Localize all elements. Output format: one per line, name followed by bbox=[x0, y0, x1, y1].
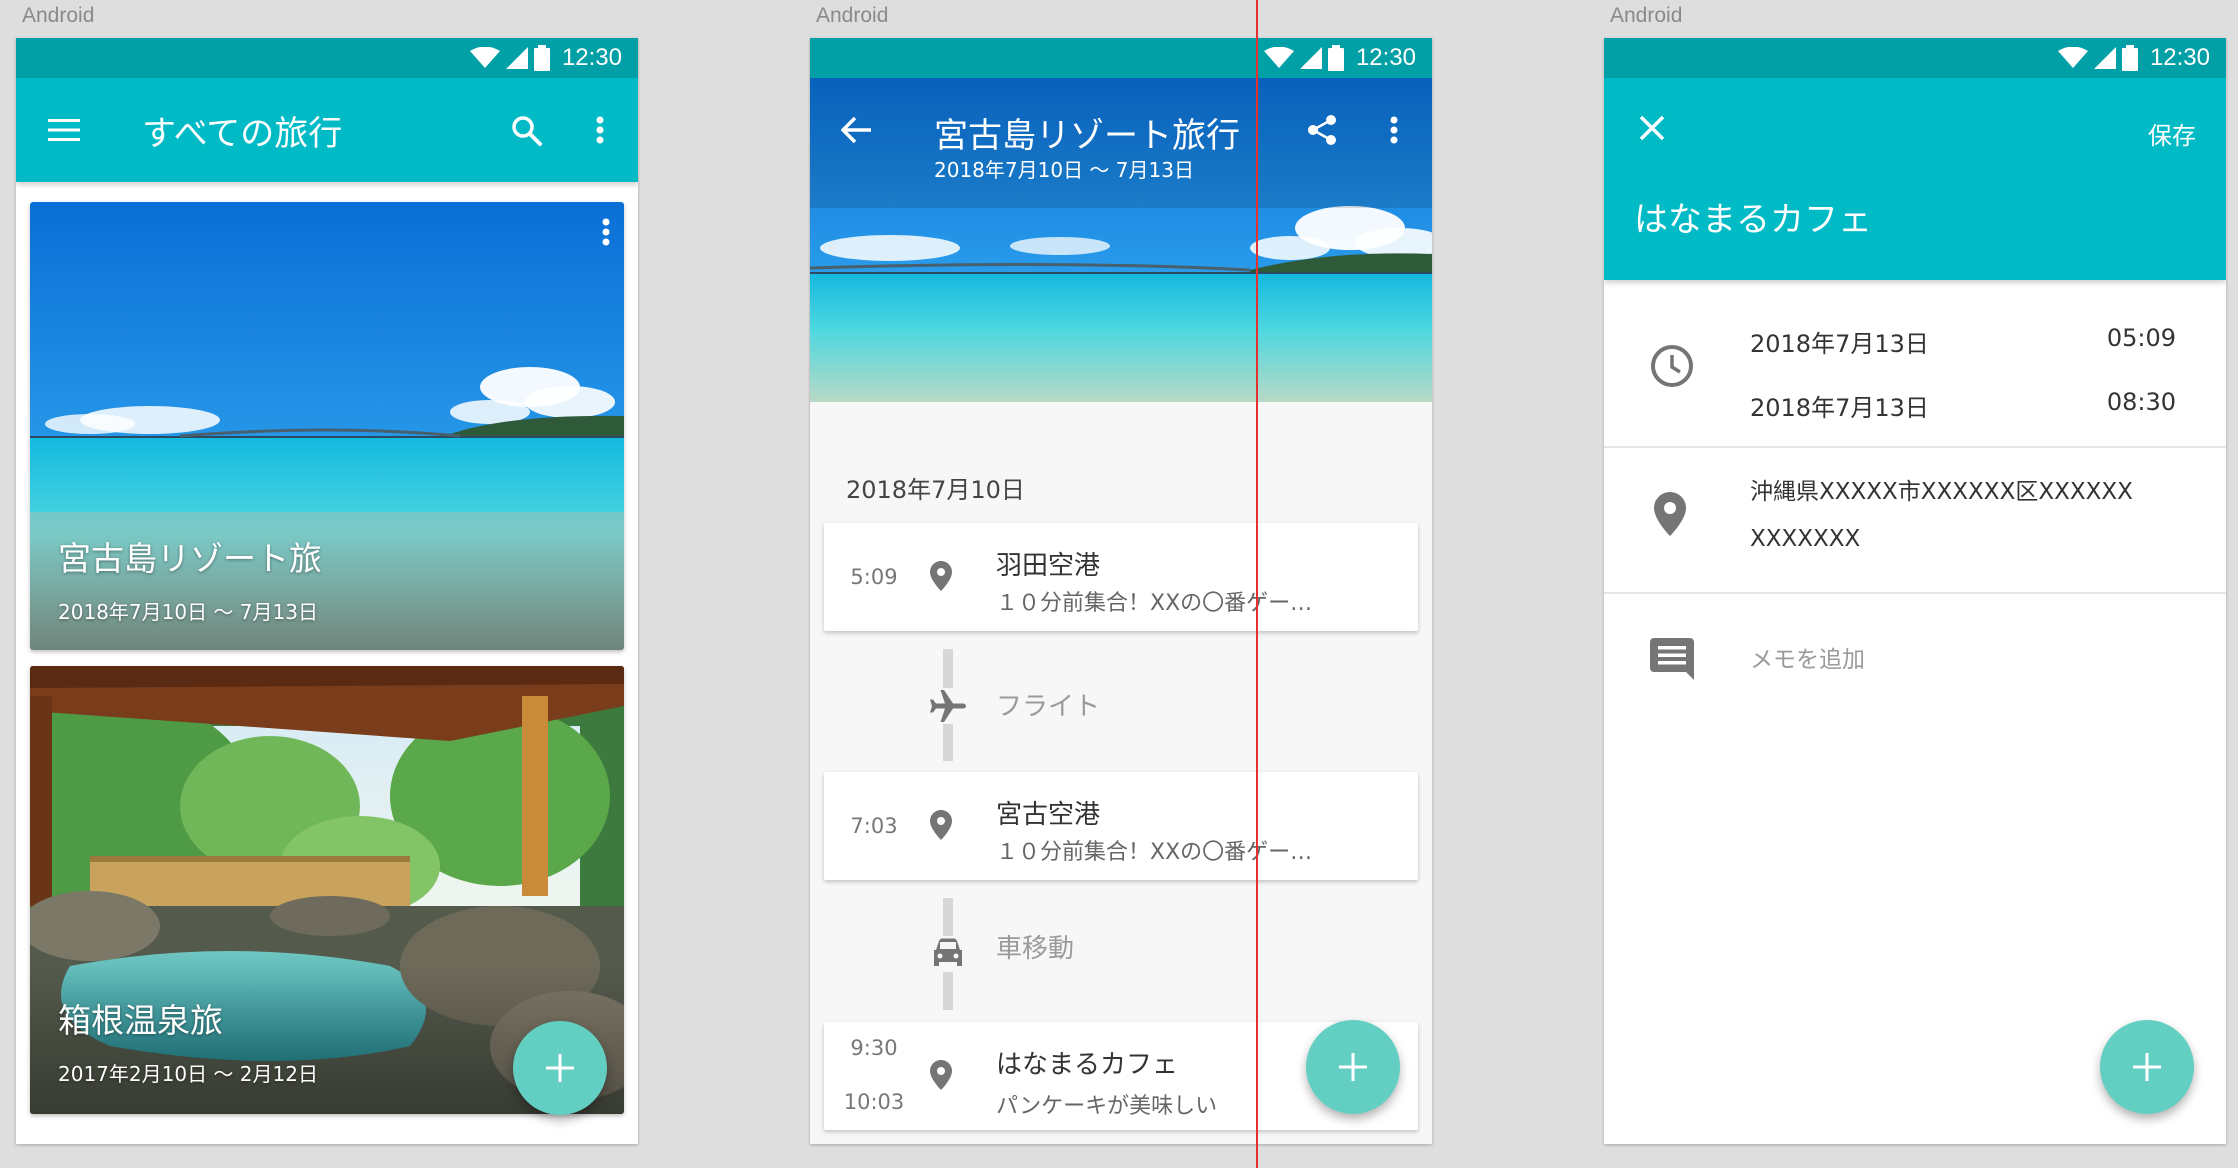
trip-title: 宮古島リゾート旅 bbox=[58, 539, 322, 578]
wifi-icon bbox=[469, 47, 500, 68]
location-pin-icon bbox=[930, 1060, 952, 1090]
status-bar: 12:30 bbox=[1604, 38, 2226, 78]
event-start-time: 9:30 bbox=[850, 1036, 898, 1060]
device-label: Android bbox=[22, 4, 95, 27]
page-title: すべての旅行 bbox=[142, 114, 343, 154]
trip-title: 箱根温泉旅 bbox=[58, 1001, 223, 1040]
beach-photo bbox=[30, 202, 624, 650]
event-card[interactable]: 5:09 羽田空港 １０分前集合！XXの〇番ゲー… bbox=[824, 523, 1418, 631]
battery-icon bbox=[1327, 45, 1344, 71]
share-icon[interactable] bbox=[1294, 102, 1350, 158]
airplane-icon bbox=[928, 688, 968, 724]
trip-detail-screen: 12:30 宮古島リゾート旅行 2018年7月10日 ～ 7月13日 2018年… bbox=[810, 38, 1432, 1144]
wifi-icon bbox=[2057, 47, 2088, 68]
location-pin-icon bbox=[1654, 492, 1686, 536]
card-more-icon[interactable] bbox=[602, 218, 610, 246]
back-arrow-icon[interactable] bbox=[828, 102, 884, 158]
trip-dates: 2018年7月10日 ～ 7月13日 bbox=[934, 158, 1194, 182]
status-time: 12:30 bbox=[2149, 44, 2210, 71]
address-line1[interactable]: 沖縄県XXXXX市XXXXXX区XXXXXX bbox=[1750, 472, 2133, 506]
car-icon bbox=[928, 936, 968, 972]
save-button[interactable]: 保存 bbox=[2148, 116, 2196, 151]
plus-icon bbox=[2133, 1053, 2161, 1081]
end-time[interactable]: 08:30 bbox=[2107, 388, 2176, 416]
battery-icon bbox=[2121, 45, 2138, 71]
signal-icon bbox=[1299, 47, 1322, 69]
divider bbox=[1604, 446, 2226, 448]
menu-icon[interactable] bbox=[36, 102, 92, 158]
end-date[interactable]: 2018年7月13日 bbox=[1750, 388, 1929, 423]
close-icon[interactable] bbox=[1624, 100, 1680, 156]
plus-icon bbox=[546, 1054, 574, 1082]
event-edit-screen: 12:30 保存 はなまるカフェ 2018年7月13日 05:09 2018年7… bbox=[1604, 38, 2226, 1144]
day-header: 2018年7月10日 bbox=[846, 476, 1025, 504]
trip-header: 宮古島リゾート旅行 2018年7月10日 ～ 7月13日 bbox=[810, 78, 1432, 402]
location-pin-icon bbox=[930, 561, 952, 591]
event-end-time: 10:03 bbox=[843, 1090, 905, 1114]
search-icon[interactable] bbox=[498, 102, 554, 158]
app-bar: 保存 はなまるカフェ bbox=[1604, 78, 2226, 280]
divider bbox=[1604, 592, 2226, 594]
device-label: Android bbox=[816, 4, 889, 27]
memo-input[interactable]: メモを追加 bbox=[1750, 640, 1865, 674]
start-date[interactable]: 2018年7月13日 bbox=[1750, 324, 1929, 359]
event-time: 5:09 bbox=[850, 565, 898, 589]
location-pin-icon bbox=[930, 810, 952, 840]
trip-dates: 2018年7月10日 ～ 7月13日 bbox=[58, 600, 318, 624]
signal-icon bbox=[505, 47, 528, 69]
plus-icon bbox=[1339, 1053, 1367, 1081]
event-description: パンケーキが美味しい bbox=[996, 1094, 1218, 1119]
transit-label: 車移動 bbox=[996, 934, 1075, 964]
add-trip-button[interactable] bbox=[513, 1021, 607, 1115]
event-description: １０分前集合！XXの〇番ゲー… bbox=[996, 591, 1313, 616]
comment-icon bbox=[1650, 638, 1694, 680]
start-time[interactable]: 05:09 bbox=[2107, 324, 2176, 352]
status-bar: 12:30 bbox=[16, 38, 638, 78]
transit-label: フライト bbox=[996, 692, 1101, 722]
trip-dates: 2017年2月10日 ～ 2月12日 bbox=[58, 1062, 318, 1086]
guide-line bbox=[1256, 0, 1258, 1168]
trip-card[interactable]: 宮古島リゾート旅 2018年7月10日 ～ 7月13日 bbox=[30, 202, 624, 650]
trips-list-screen: 12:30 すべての旅行 宮古島リゾート旅 2018年7月10日 ～ 7月13日… bbox=[16, 38, 638, 1144]
event-description: １０分前集合！XXの〇番ゲー… bbox=[996, 840, 1313, 865]
device-label: Android bbox=[1610, 4, 1683, 27]
status-time: 12:30 bbox=[1355, 44, 1416, 71]
battery-icon bbox=[533, 45, 550, 71]
add-event-button[interactable] bbox=[1306, 1020, 1400, 1114]
event-time: 7:03 bbox=[850, 814, 898, 838]
app-bar: すべての旅行 bbox=[16, 78, 638, 182]
status-bar: 12:30 bbox=[810, 38, 1432, 78]
add-button[interactable] bbox=[2100, 1020, 2194, 1114]
more-vert-icon[interactable] bbox=[1366, 102, 1422, 158]
event-title: 羽田空港 bbox=[996, 551, 1101, 581]
page-title: 宮古島リゾート旅行 bbox=[934, 116, 1240, 156]
address-line2[interactable]: XXXXXXX bbox=[1750, 526, 1860, 552]
signal-icon bbox=[2093, 47, 2116, 69]
event-title: はなまるカフェ bbox=[996, 1050, 1179, 1080]
clock-icon bbox=[1651, 345, 1693, 387]
status-time: 12:30 bbox=[561, 44, 622, 71]
wifi-icon bbox=[1263, 47, 1294, 68]
more-vert-icon[interactable] bbox=[572, 102, 628, 158]
event-title: 宮古空港 bbox=[996, 800, 1101, 830]
event-title: はなまるカフェ bbox=[1634, 200, 1872, 240]
event-card[interactable]: 7:03 宮古空港 １０分前集合！XXの〇番ゲー… bbox=[824, 772, 1418, 880]
